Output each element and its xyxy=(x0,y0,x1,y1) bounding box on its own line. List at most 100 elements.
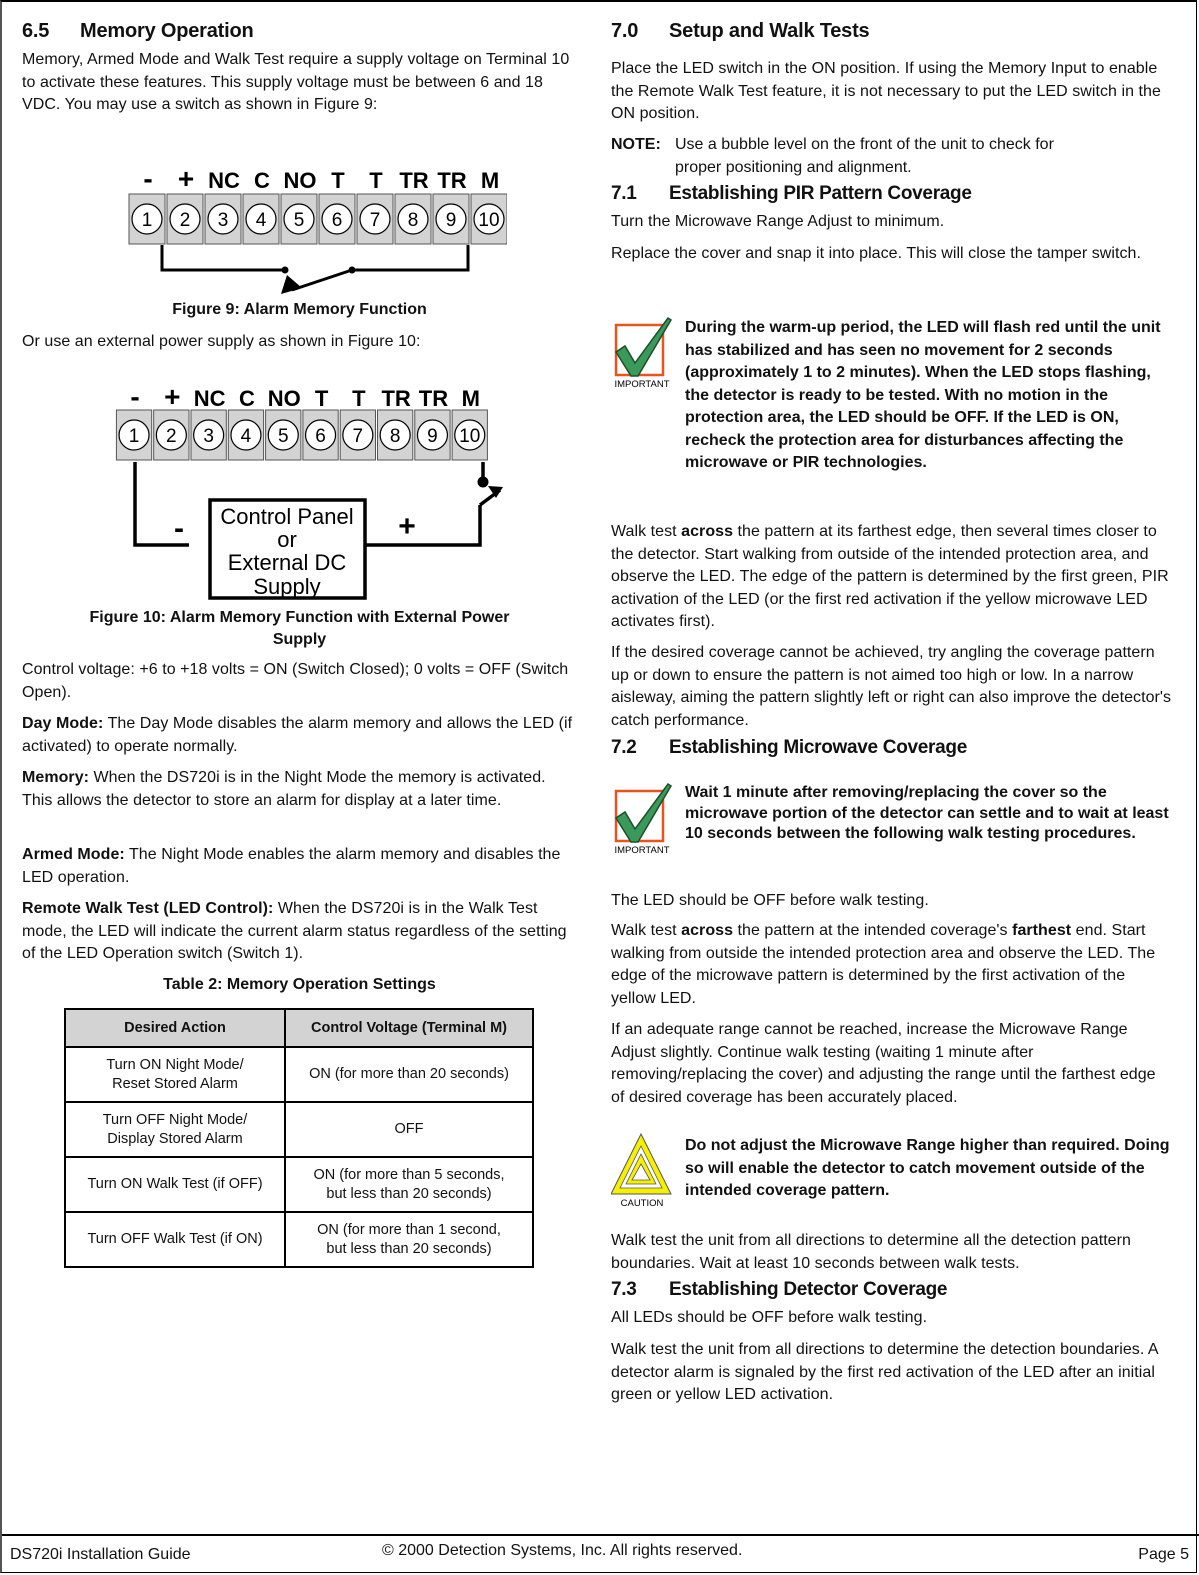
warning-triangle-icon: CAUTION xyxy=(610,1132,672,1209)
terminal-label: NC xyxy=(208,168,240,193)
terminal-number: 4 xyxy=(256,210,267,231)
switch-pivot xyxy=(477,476,489,488)
cell-line: Turn ON Night Mode/ xyxy=(106,1056,244,1073)
text-run: the pattern at the intended coverage's xyxy=(733,922,1013,939)
section-7-2-heading: 7.2 Establishing Microwave Coverage xyxy=(611,737,967,759)
terminal-label: + xyxy=(164,381,180,412)
text-run: Walk test xyxy=(611,523,682,540)
section-7-3-heading: 7.3 Establishing Detector Coverage xyxy=(611,1279,948,1301)
footer-page-number: Page 5 xyxy=(1138,1546,1189,1563)
important-callout-warmup: During the warm-up period, the LED will … xyxy=(685,319,1161,471)
important-label: IMPORTANT xyxy=(614,379,669,388)
box-line-1: Control Panel xyxy=(220,504,353,529)
figure-10-intro: Or use an external power supply as shown… xyxy=(22,333,421,350)
terminal-label: TR xyxy=(437,168,466,193)
armed-mode-paragraph: Armed Mode: The Night Mode enables the a… xyxy=(22,844,577,889)
terminal-number: 5 xyxy=(294,210,305,231)
caution-callout: Do not adjust the Microwave Range higher… xyxy=(685,1137,1170,1199)
section-7-1-p1: Turn the Microwave Range Adjust to minim… xyxy=(611,213,945,230)
terminal-label: TR xyxy=(419,386,448,411)
caption-line-2: Supply xyxy=(272,631,327,648)
box-line-3: External DC xyxy=(228,550,347,575)
terminal-number: 3 xyxy=(218,210,229,231)
terminal-number: 10 xyxy=(478,210,499,231)
section-number: 7.0 xyxy=(611,20,639,42)
text-run: Walk test xyxy=(611,922,682,939)
terminal-number: 9 xyxy=(446,210,457,231)
cell-control-voltage: ON (for more than 1 second, but less than… xyxy=(284,1211,534,1268)
caution-icon: CAUTION xyxy=(610,1132,679,1209)
terminal-label: TR xyxy=(381,386,410,411)
section-title: Establishing Microwave Coverage xyxy=(669,737,967,758)
section-7-2-p1: The LED should be OFF before walk testin… xyxy=(611,892,929,909)
terminal-label: M xyxy=(462,386,480,411)
term-label: Remote Walk Test (LED Control): xyxy=(22,900,274,917)
terminal-label: T xyxy=(352,386,366,411)
positive-sign: + xyxy=(398,510,416,543)
cell-line: but less than 20 seconds) xyxy=(326,1185,492,1202)
terminal-label: - xyxy=(143,163,152,194)
term-label: Armed Mode: xyxy=(22,846,125,863)
footer-guide-title: DS720i Installation Guide xyxy=(10,1546,191,1563)
terminal-number: 10 xyxy=(459,426,480,447)
terminal-number: 9 xyxy=(427,426,438,447)
section-7-3-p2: Walk test the unit from all directions t… xyxy=(611,1341,1158,1403)
important-icon: IMPORTANT xyxy=(611,316,679,390)
table-row: Turn OFF Walk Test (if ON) ON (for more t… xyxy=(64,1211,534,1268)
section-6-5-intro: Memory, Armed Mode and Walk Test require… xyxy=(22,51,570,113)
figure-9-caption: Figure 9: Alarm Memory Function xyxy=(172,301,427,318)
terminal-label: C xyxy=(254,168,270,193)
section-title: Setup and Walk Tests xyxy=(669,20,870,42)
terminal-label: TR xyxy=(399,168,428,193)
control-voltage-paragraph: Control voltage: +6 to +18 volts = ON (S… xyxy=(22,661,569,701)
switch-lever xyxy=(291,268,353,292)
section-7-2-p4: Walk test the unit from all directions t… xyxy=(611,1232,1131,1272)
cell-desired-action: Turn ON Night Mode/Reset Stored Alarm xyxy=(64,1046,286,1103)
cell-line: ON (for more than 20 seconds) xyxy=(309,1066,509,1082)
section-7-1-heading: 7.1 Establishing PIR Pattern Coverage xyxy=(611,183,972,205)
terminal-label: T xyxy=(369,168,383,193)
terminal-number: 7 xyxy=(353,426,364,447)
cell-line: Turn OFF Night Mode/ xyxy=(102,1111,248,1128)
terminal-label: T xyxy=(331,168,345,193)
footer-copyright: © 2000 Detection Systems, Inc. All right… xyxy=(382,1542,743,1559)
figure-10-caption: Figure 10: Alarm Memory Function with Ex… xyxy=(22,607,577,651)
section-7-1-p4: If the desired coverage cannot be achiev… xyxy=(611,644,1172,729)
cell-line: Reset Stored Alarm xyxy=(112,1075,238,1092)
term-label: Day Mode: xyxy=(22,715,104,732)
terminal-number: 6 xyxy=(315,426,326,447)
note-label: NOTE: xyxy=(611,136,661,153)
terminal-label: - xyxy=(130,381,139,412)
memory-paragraph: Memory: When the DS720i is in the Night … xyxy=(22,767,577,812)
cell-control-voltage: ON (for more than 5 seconds, but less tha… xyxy=(284,1156,534,1213)
section-title: Establishing Detector Coverage xyxy=(669,1279,948,1300)
table-row: Turn OFF Night Mode/Display Stored Alarm… xyxy=(64,1101,534,1158)
terminal-label: C xyxy=(239,386,255,411)
document-page: 6.5 Memory Operation Memory, Armed Mode a… xyxy=(0,0,1199,1575)
wire-terminal-2 xyxy=(160,245,285,272)
term-text: When the DS720i is in the Night Mode the… xyxy=(22,769,546,809)
section-7-0-heading: 7.0 Setup and Walk Tests xyxy=(611,20,870,43)
section-number: 7.2 xyxy=(611,737,637,758)
terminal-label: M xyxy=(481,168,499,193)
cell-line: but less than 20 seconds) xyxy=(326,1240,492,1257)
section-7-3-p1: All LEDs should be OFF before walk testi… xyxy=(611,1309,928,1326)
term-label: Memory: xyxy=(22,769,90,786)
header-control-voltage: Control Voltage (Terminal M) xyxy=(284,1008,534,1048)
bold-run: across xyxy=(681,922,734,939)
note-text-line-2: proper positioning and alignment. xyxy=(675,158,912,176)
table-row: Turn ON Night Mode/Reset Stored Alarm ON … xyxy=(64,1046,534,1103)
table-2-caption: Table 2: Memory Operation Settings xyxy=(163,976,436,993)
section-7-1-p2: Replace the cover and snap it into place… xyxy=(611,245,1141,262)
cell-line: Turn OFF Walk Test (if ON) xyxy=(87,1231,263,1247)
caption-line-1: Figure 10: Alarm Memory Function with Ex… xyxy=(89,609,510,626)
page-footer: DS720i Installation Guide © 2000 Detecti… xyxy=(2,1534,1199,1575)
important-callout-wait: Wait 1 minute after removing/replacing t… xyxy=(685,784,1169,842)
day-mode-paragraph: Day Mode: The Day Mode disables the alar… xyxy=(22,713,577,758)
bold-run: farthest xyxy=(1012,922,1072,939)
checkmark-icon: IMPORTANT xyxy=(614,782,673,856)
term-text: The Day Mode disables the alarm memory a… xyxy=(22,715,573,755)
terminal-number: 8 xyxy=(408,210,419,231)
terminal-number: 3 xyxy=(203,426,214,447)
switch-arrow xyxy=(281,275,302,294)
